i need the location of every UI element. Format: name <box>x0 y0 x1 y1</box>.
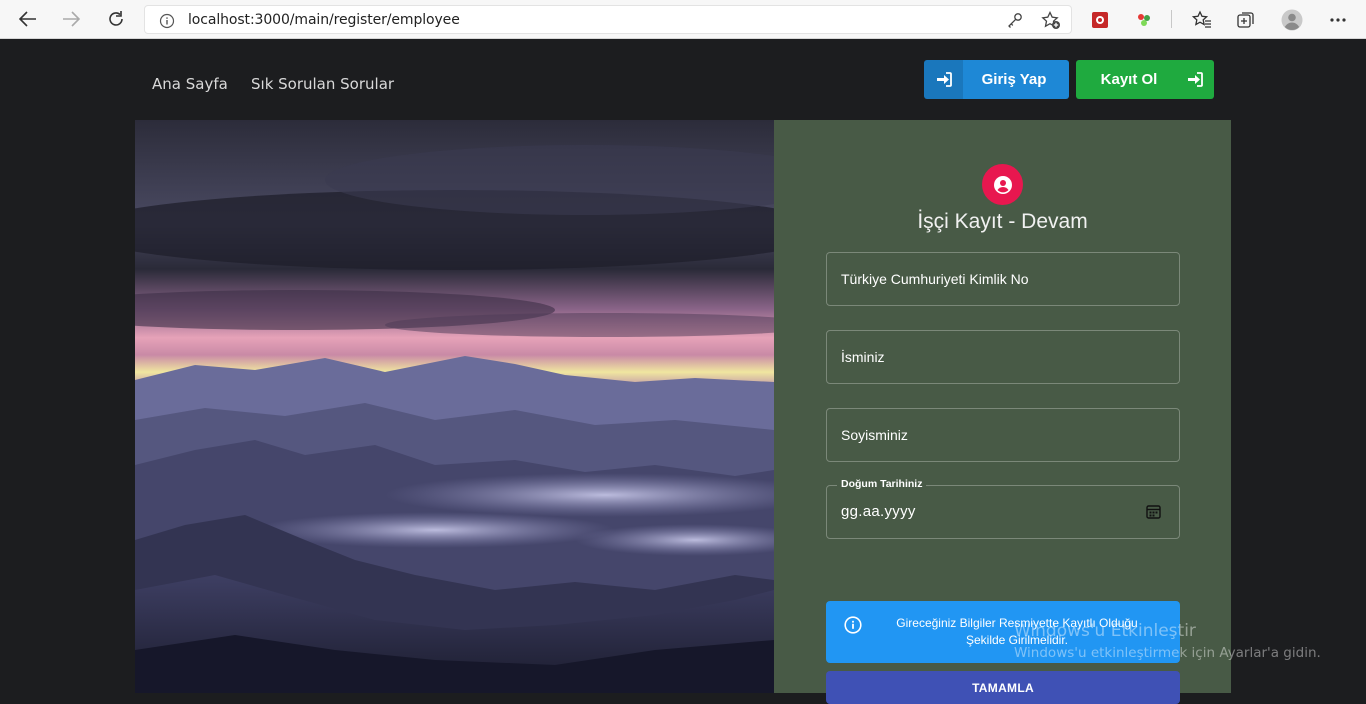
collections-icon[interactable] <box>1235 9 1257 31</box>
register-button[interactable]: Kayıt Ol <box>1076 60 1214 99</box>
login-button-label: Giriş Yap <box>981 71 1047 88</box>
register-button-label: Kayıt Ol <box>1100 71 1158 88</box>
address-bar[interactable]: localhost:3000/main/register/employee <box>144 5 1072 34</box>
info-circle-icon <box>844 616 862 639</box>
back-icon[interactable] <box>15 7 41 31</box>
sign-in-icon <box>924 60 963 99</box>
login-button[interactable]: Giriş Yap <box>924 60 1069 99</box>
landscape-image <box>135 120 774 693</box>
birth-date-value[interactable]: gg.aa.yyyy <box>841 503 916 520</box>
complete-button[interactable]: TAMAMLA <box>826 671 1180 704</box>
name-field[interactable]: İsminiz <box>826 330 1180 384</box>
name-placeholder: İsminiz <box>841 349 885 365</box>
birth-date-field[interactable]: Doğum Tarihiniz gg.aa.yyyy <box>826 478 1180 539</box>
url-text[interactable]: localhost:3000/main/register/employee <box>188 12 460 28</box>
star-plus-icon[interactable] <box>1041 10 1061 35</box>
extension-icon[interactable] <box>1133 9 1155 31</box>
tc-kimlik-field[interactable]: Türkiye Cumhuriyeti Kimlik No <box>826 252 1180 306</box>
surname-field[interactable]: Soyisminiz <box>826 408 1180 462</box>
browser-toolbar: localhost:3000/main/register/employee <box>0 0 1366 39</box>
favorites-icon[interactable] <box>1191 9 1213 31</box>
forward-icon[interactable] <box>58 7 84 31</box>
account-circle-icon <box>982 164 1023 205</box>
surname-placeholder: Soyisminiz <box>841 427 908 443</box>
calendar-icon[interactable] <box>1146 504 1161 524</box>
birth-date-label: Doğum Tarihiniz <box>837 478 927 490</box>
more-icon[interactable] <box>1327 9 1349 31</box>
register-form-panel: İşçi Kayıt - Devam Türkiye Cumhuriyeti K… <box>774 120 1231 704</box>
profile-icon[interactable] <box>1281 9 1303 31</box>
sign-in-icon <box>1176 60 1214 99</box>
nav-link-faq[interactable]: Sık Sorulan Sorular <box>251 75 394 93</box>
nav-link-home[interactable]: Ana Sayfa <box>152 75 228 93</box>
refresh-icon[interactable] <box>103 7 129 31</box>
page-content: Ana Sayfa Sık Sorulan Sorular Giriş Yap … <box>0 40 1366 704</box>
toolbar-separator <box>1171 10 1172 28</box>
info-icon[interactable] <box>159 13 175 34</box>
tc-kimlik-placeholder: Türkiye Cumhuriyeti Kimlik No <box>841 271 1029 287</box>
info-alert: Gireceğiniz Bilgiler Resmiyette Kayıtlı … <box>826 601 1180 663</box>
form-title: İşçi Kayıt - Devam <box>917 210 1088 233</box>
key-icon[interactable] <box>1007 12 1023 33</box>
alert-text: Gireceğiniz Bilgiler Resmiyette Kayıtlı … <box>896 616 1138 647</box>
extension-icon[interactable] <box>1089 9 1111 31</box>
